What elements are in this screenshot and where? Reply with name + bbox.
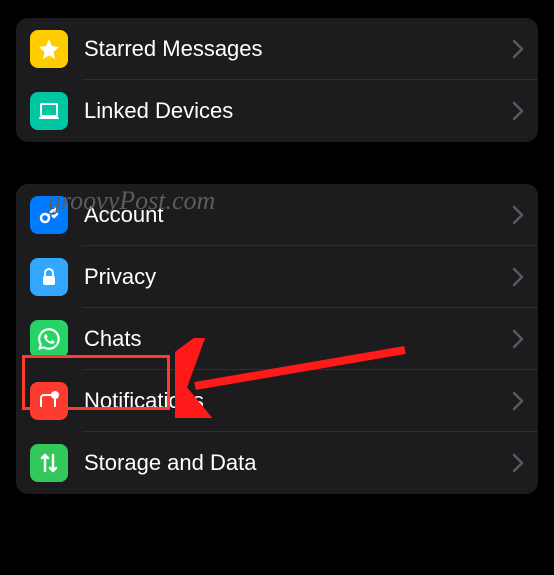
row-label: Account — [84, 202, 512, 228]
chevron-right-icon — [512, 205, 524, 225]
chevron-right-icon — [512, 39, 524, 59]
row-account[interactable]: Account — [16, 184, 538, 246]
chevron-right-icon — [512, 391, 524, 411]
star-icon — [30, 30, 68, 68]
row-privacy[interactable]: Privacy — [16, 246, 538, 308]
row-chats[interactable]: Chats — [16, 308, 538, 370]
row-label: Storage and Data — [84, 450, 512, 476]
notification-icon — [30, 382, 68, 420]
row-starred-messages[interactable]: Starred Messages — [16, 18, 538, 80]
row-label: Notifications — [84, 388, 512, 414]
laptop-icon — [30, 92, 68, 130]
row-label: Linked Devices — [84, 98, 512, 124]
row-label: Starred Messages — [84, 36, 512, 62]
row-linked-devices[interactable]: Linked Devices — [16, 80, 538, 142]
chevron-right-icon — [512, 329, 524, 349]
row-label: Chats — [84, 326, 512, 352]
lock-icon — [30, 258, 68, 296]
row-storage-data[interactable]: Storage and Data — [16, 432, 538, 494]
chevron-right-icon — [512, 267, 524, 287]
whatsapp-icon — [30, 320, 68, 358]
row-notifications[interactable]: Notifications — [16, 370, 538, 432]
settings-group-2: Account Privacy Chats Notifications Stor… — [16, 184, 538, 494]
row-label: Privacy — [84, 264, 512, 290]
chevron-right-icon — [512, 101, 524, 121]
chevron-right-icon — [512, 453, 524, 473]
settings-group-1: Starred Messages Linked Devices — [16, 18, 538, 142]
key-icon — [30, 196, 68, 234]
arrows-icon — [30, 444, 68, 482]
